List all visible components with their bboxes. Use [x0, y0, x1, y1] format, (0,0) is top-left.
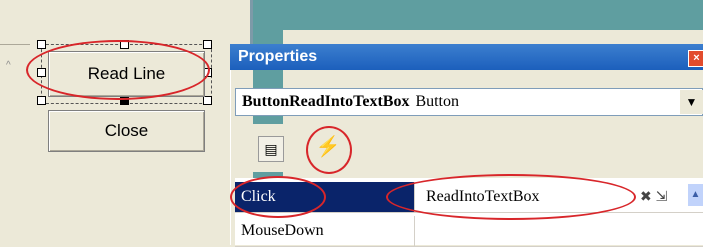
close-button[interactable]: Close [48, 110, 205, 152]
resize-handle[interactable] [120, 40, 129, 49]
event-value-buttons[interactable]: ✖ ⇲ [640, 188, 667, 205]
close-label: Close [104, 121, 149, 140]
event-name: Click [235, 182, 415, 212]
lightning-bolt-icon[interactable]: ⚡ [315, 133, 341, 161]
event-name: MouseDown [235, 216, 415, 246]
resize-handle[interactable] [203, 96, 212, 105]
read-line-button[interactable]: Read Line [48, 51, 205, 97]
properties-toolbar [235, 124, 703, 172]
designer-divider [0, 44, 30, 45]
resize-handle[interactable] [37, 96, 46, 105]
object-name: ButtonReadIntoTextBox [242, 93, 410, 110]
object-selector[interactable]: ButtonReadIntoTextBox Button [235, 88, 703, 116]
properties-list-icon[interactable]: ▤ [258, 136, 284, 162]
scroll-caret-icon: ^ [6, 60, 11, 71]
properties-title: Properties [238, 48, 318, 65]
resize-handle[interactable] [37, 40, 46, 49]
event-handler[interactable] [420, 216, 703, 246]
properties-title-bar[interactable]: Properties [230, 44, 703, 70]
resize-handle[interactable] [37, 68, 46, 77]
close-icon[interactable]: × [688, 50, 703, 67]
resize-handle[interactable] [120, 96, 129, 105]
resize-handle[interactable] [203, 40, 212, 49]
scroll-up-icon[interactable]: ▲ [688, 184, 703, 206]
background-area [253, 0, 703, 30]
event-row-mousedown[interactable]: MouseDown [235, 216, 703, 247]
event-row-click[interactable]: Click ReadIntoTextBox [235, 182, 703, 213]
object-type: Button [415, 93, 459, 110]
chevron-down-icon[interactable]: ▼ [680, 90, 703, 114]
read-line-label: Read Line [87, 64, 166, 83]
